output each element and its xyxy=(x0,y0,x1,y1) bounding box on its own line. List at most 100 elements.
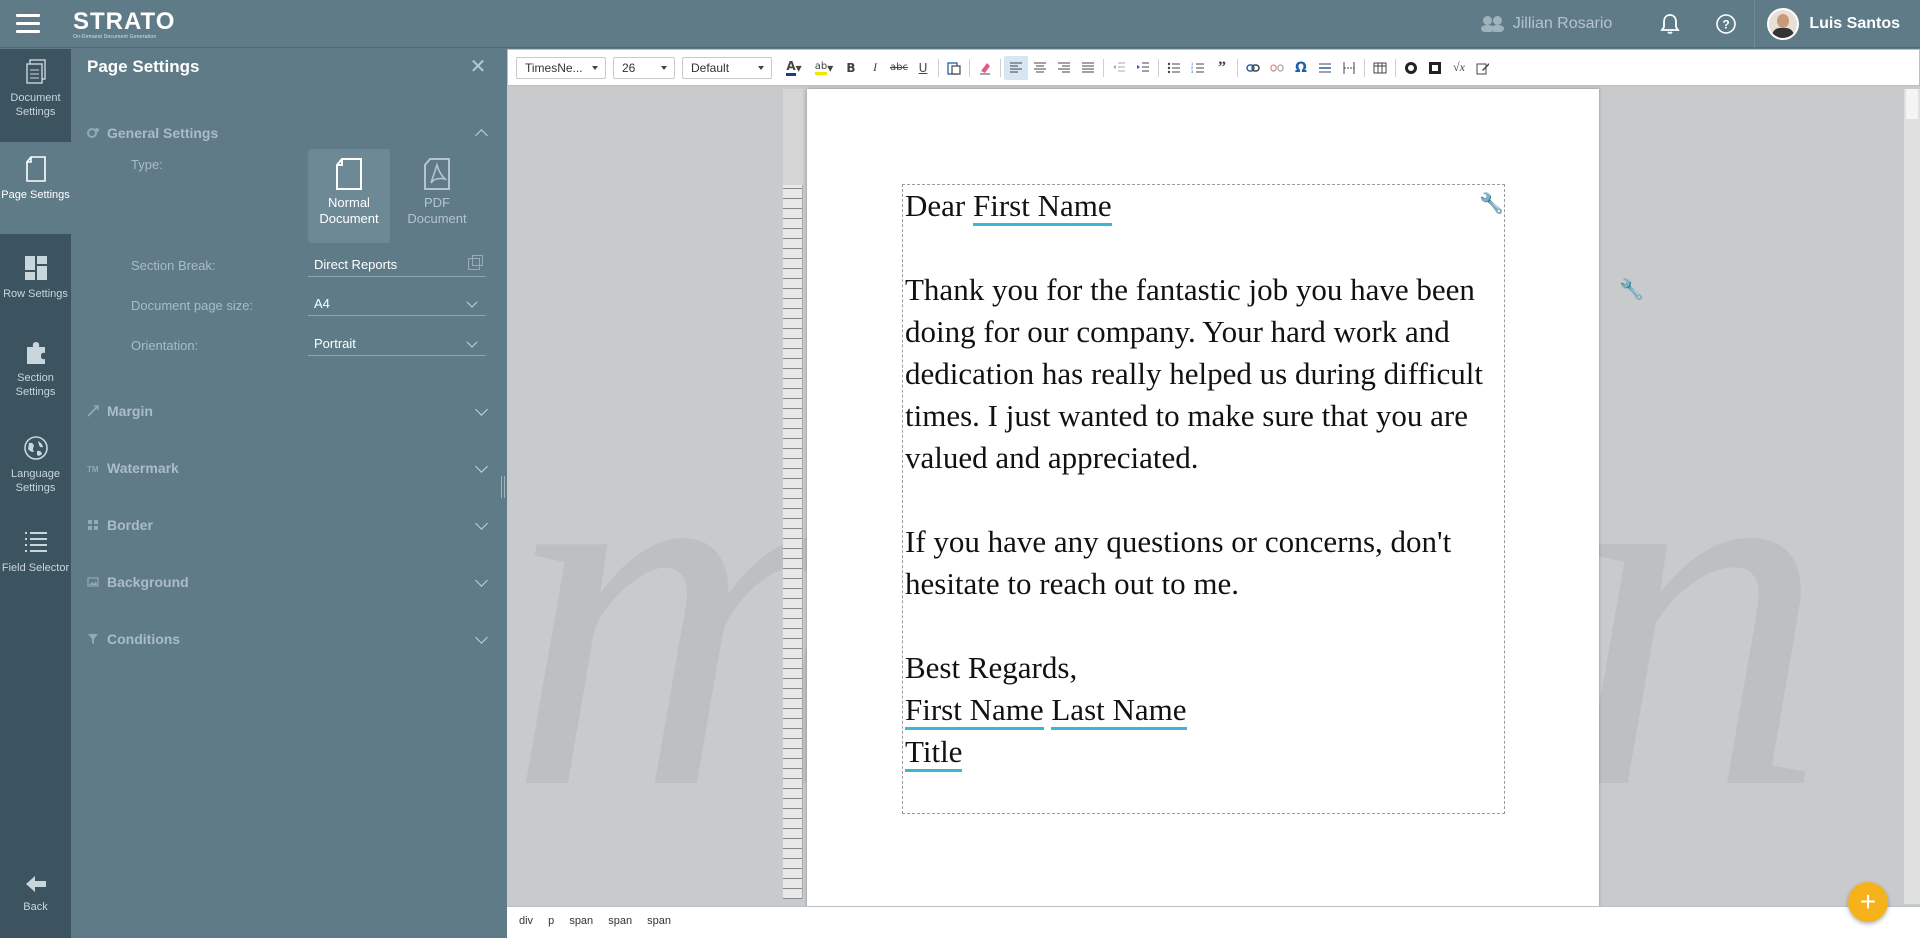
font-size-select[interactable]: 26 xyxy=(613,56,675,79)
menu-icon[interactable] xyxy=(16,14,40,34)
help-button[interactable]: ? xyxy=(1698,0,1754,48)
path-item[interactable]: span xyxy=(569,915,593,927)
rail-item-field-selector[interactable]: Field Selector xyxy=(0,529,71,609)
vertical-ruler[interactable] xyxy=(783,89,803,899)
strikethrough-icon[interactable]: abc xyxy=(887,56,911,80)
edit-icon[interactable] xyxy=(1471,56,1495,80)
collaborator-indicator[interactable]: Jillian Rosario xyxy=(1480,15,1613,33)
section-border[interactable]: Border xyxy=(87,514,490,536)
title-field[interactable]: Title xyxy=(905,734,963,772)
rail-item-row-settings[interactable]: Row Settings xyxy=(0,255,71,315)
vertical-scrollbar[interactable] xyxy=(1904,89,1920,904)
rail-item-page-settings[interactable]: Page Settings xyxy=(0,142,71,234)
justify-icon[interactable] xyxy=(1076,56,1100,80)
path-item[interactable]: p xyxy=(548,915,554,927)
type-pdf-label: PDF Document xyxy=(407,195,467,226)
section-conditions[interactable]: Conditions xyxy=(87,628,490,650)
table-icon[interactable] xyxy=(1368,56,1392,80)
scrollbar-thumb[interactable] xyxy=(1906,89,1918,119)
first-name-field[interactable]: First Name xyxy=(972,188,1112,226)
align-right-icon[interactable] xyxy=(1052,56,1076,80)
preview-icon[interactable] xyxy=(1399,56,1423,80)
margin-icon xyxy=(87,405,99,417)
collaborator-name: Jillian Rosario xyxy=(1512,15,1613,32)
top-bar: STRATO On-Demand Document Generation Jil… xyxy=(0,0,1920,48)
letter-text-box[interactable]: Dear First Name Thank you for the fantas… xyxy=(902,184,1505,814)
section-title: General Settings xyxy=(107,125,219,141)
type-pdf-document[interactable]: PDF Document xyxy=(396,149,478,243)
close-icon[interactable]: ✕ xyxy=(468,57,488,77)
page-icon xyxy=(25,156,46,182)
align-center-icon[interactable] xyxy=(1028,56,1052,80)
formula-icon[interactable]: √x xyxy=(1447,56,1471,80)
closing-line: Best Regards, xyxy=(905,650,1078,685)
bold-icon[interactable]: B xyxy=(839,56,863,80)
font-family-value: TimesNe... xyxy=(525,60,583,75)
rail-item-language-settings[interactable]: Language Settings xyxy=(0,435,71,515)
copy-icon[interactable] xyxy=(468,255,483,270)
greeting-line: Dear First Name xyxy=(905,185,1502,227)
widget-icon[interactable] xyxy=(1423,56,1447,80)
app-logo[interactable]: STRATO On-Demand Document Generation xyxy=(73,8,176,41)
bullet-list-icon[interactable] xyxy=(1162,56,1186,80)
page-wrench-icon[interactable]: 🔧 xyxy=(1619,277,1644,302)
rail-item-section-settings[interactable]: Section Settings xyxy=(0,339,71,419)
rail-item-document-settings[interactable]: Document Settings xyxy=(0,59,71,139)
type-normal-document[interactable]: Normal Document xyxy=(308,149,390,243)
section-break-field[interactable]: Direct Reports xyxy=(308,253,486,277)
avatar xyxy=(1767,8,1800,40)
font-family-select[interactable]: TimesNe... xyxy=(516,56,606,79)
back-button[interactable]: Back xyxy=(0,874,71,924)
list-icon xyxy=(24,532,47,552)
paragraph-2: If you have any questions or concerns, d… xyxy=(905,524,1452,601)
section-background[interactable]: Background xyxy=(87,571,490,593)
rows-icon xyxy=(24,256,47,280)
section-general-settings[interactable]: General Settings xyxy=(87,122,490,144)
numbered-list-icon[interactable]: 123 xyxy=(1186,56,1210,80)
path-item[interactable]: span xyxy=(608,915,632,927)
add-button[interactable]: + xyxy=(1848,882,1888,922)
horizontal-line-icon[interactable] xyxy=(1313,56,1337,80)
chevron-down-icon xyxy=(475,517,488,530)
arrow-left-icon xyxy=(25,876,46,892)
indent-icon[interactable] xyxy=(1131,56,1155,80)
link-icon[interactable] xyxy=(1241,56,1265,80)
type-normal-label: Normal Document xyxy=(319,195,379,226)
signature-last-name-field[interactable]: Last Name xyxy=(1051,692,1187,730)
outdent-icon[interactable] xyxy=(1107,56,1131,80)
underline-icon[interactable]: U xyxy=(911,56,935,80)
greeting-prefix: Dear xyxy=(905,188,973,223)
document-page[interactable]: Dear First Name Thank you for the fantas… xyxy=(807,89,1599,938)
rail-label: Row Settings xyxy=(3,288,68,300)
style-select[interactable]: Default xyxy=(682,56,772,79)
section-title: Border xyxy=(107,517,153,533)
path-item[interactable]: div xyxy=(519,915,533,927)
page-size-select[interactable]: A4 xyxy=(308,292,486,316)
orientation-select[interactable]: Portrait xyxy=(308,332,486,356)
blockquote-icon[interactable]: ” xyxy=(1210,56,1234,80)
section-margin[interactable]: Margin xyxy=(87,400,490,422)
panel-resize-handle[interactable] xyxy=(501,476,505,498)
font-color-icon[interactable]: A ▾ xyxy=(779,56,809,80)
italic-icon[interactable]: I xyxy=(863,56,887,80)
chevron-down-icon xyxy=(475,631,488,644)
wrench-icon[interactable]: 🔧 xyxy=(1479,191,1504,216)
section-watermark[interactable]: TM Watermark xyxy=(87,457,490,479)
page-break-icon[interactable] xyxy=(1337,56,1361,80)
section-break-value: Direct Reports xyxy=(314,257,398,272)
section-title: Watermark xyxy=(107,460,179,476)
document-icon xyxy=(25,59,46,84)
path-item[interactable]: span xyxy=(647,915,671,927)
highlight-icon[interactable]: ab ▾ xyxy=(809,56,839,80)
notifications-button[interactable] xyxy=(1642,0,1698,48)
align-left-icon[interactable] xyxy=(1004,55,1028,80)
chevron-down-icon xyxy=(475,403,488,416)
signature-first-name-field[interactable]: First Name xyxy=(905,692,1044,730)
paste-icon[interactable] xyxy=(942,56,966,80)
user-menu[interactable]: Luis Santos xyxy=(1754,0,1920,48)
clear-format-icon[interactable] xyxy=(973,56,997,80)
app-name: STRATO xyxy=(73,8,176,35)
special-char-icon[interactable]: Ω xyxy=(1289,56,1313,80)
unlink-icon[interactable] xyxy=(1265,56,1289,80)
chevron-down-icon xyxy=(475,574,488,587)
